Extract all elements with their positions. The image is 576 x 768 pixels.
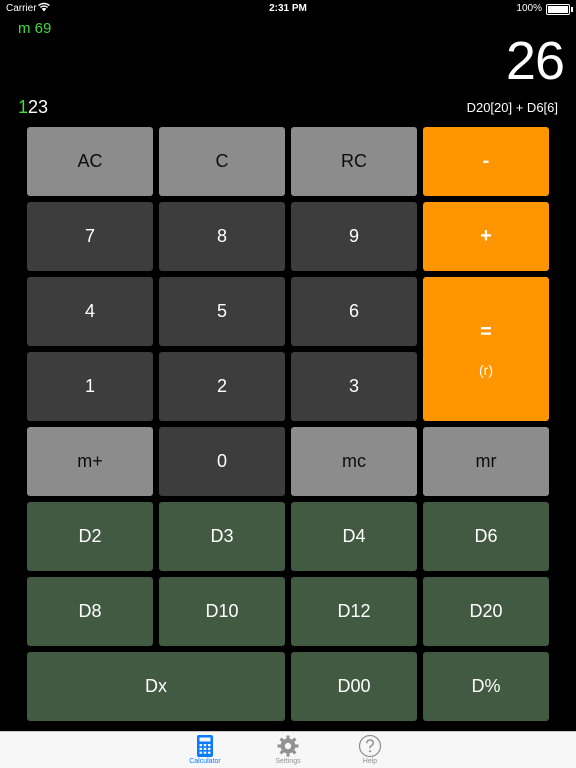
digit-9-button[interactable]: 9 (291, 202, 417, 271)
d00-button[interactable]: D00 (291, 652, 417, 721)
memory-plus-button[interactable]: m+ (27, 427, 153, 496)
status-bar: Carrier 2:31 PM 100% (0, 0, 576, 18)
battery-percent: 100% (516, 3, 542, 14)
d2-button[interactable]: D2 (27, 502, 153, 571)
help-icon (358, 734, 382, 758)
memory-recall-button[interactable]: mr (423, 427, 549, 496)
d20-button[interactable]: D20 (423, 577, 549, 646)
expression-display: D20[20] + D6[6] (466, 100, 558, 115)
battery-icon (546, 4, 573, 15)
equals-label: = (480, 320, 492, 343)
digit-7-button[interactable]: 7 (27, 202, 153, 271)
roll-digit-highlight: 1 (18, 97, 29, 117)
d10-button[interactable]: D10 (159, 577, 285, 646)
ac-button[interactable]: AC (27, 127, 153, 196)
d4-button[interactable]: D4 (291, 502, 417, 571)
digit-3-button[interactable]: 3 (291, 352, 417, 421)
rc-button[interactable]: RC (291, 127, 417, 196)
plus-button[interactable]: + (423, 202, 549, 271)
tab-help-label: Help (362, 758, 378, 765)
equals-button[interactable]: = (r) (423, 277, 549, 421)
digit-1-button[interactable]: 1 (27, 352, 153, 421)
tab-bar: Calculator Settings Help (0, 731, 576, 768)
digit-5-button[interactable]: 5 (159, 277, 285, 346)
digit-2-button[interactable]: 2 (159, 352, 285, 421)
d8-button[interactable]: D8 (27, 577, 153, 646)
d6-button[interactable]: D6 (423, 502, 549, 571)
dpercent-button[interactable]: D% (423, 652, 549, 721)
tab-calculator[interactable]: Calculator (175, 734, 235, 765)
clock: 2:31 PM (269, 3, 307, 14)
equals-sub-label: (r) (479, 361, 493, 378)
dx-button[interactable]: Dx (27, 652, 285, 721)
digit-0-button[interactable]: 0 (159, 427, 285, 496)
roll-digits-rest: 23 (28, 97, 49, 117)
result-display: 26 (505, 31, 565, 91)
digit-4-button[interactable]: 4 (27, 277, 153, 346)
tab-calculator-label: Calculator (189, 758, 221, 765)
minus-button[interactable]: - (423, 127, 549, 196)
tab-settings-label: Settings (275, 758, 301, 765)
memory-indicator: m 69 (18, 20, 52, 37)
d3-button[interactable]: D3 (159, 502, 285, 571)
calculator-icon (197, 735, 213, 757)
tab-settings[interactable]: Settings (258, 734, 318, 765)
memory-clear-button[interactable]: mc (291, 427, 417, 496)
roll-digits: 123 (18, 97, 48, 118)
digit-8-button[interactable]: 8 (159, 202, 285, 271)
gear-icon (277, 735, 299, 757)
clear-button[interactable]: C (159, 127, 285, 196)
d12-button[interactable]: D12 (291, 577, 417, 646)
tab-help[interactable]: Help (340, 734, 400, 765)
digit-6-button[interactable]: 6 (291, 277, 417, 346)
